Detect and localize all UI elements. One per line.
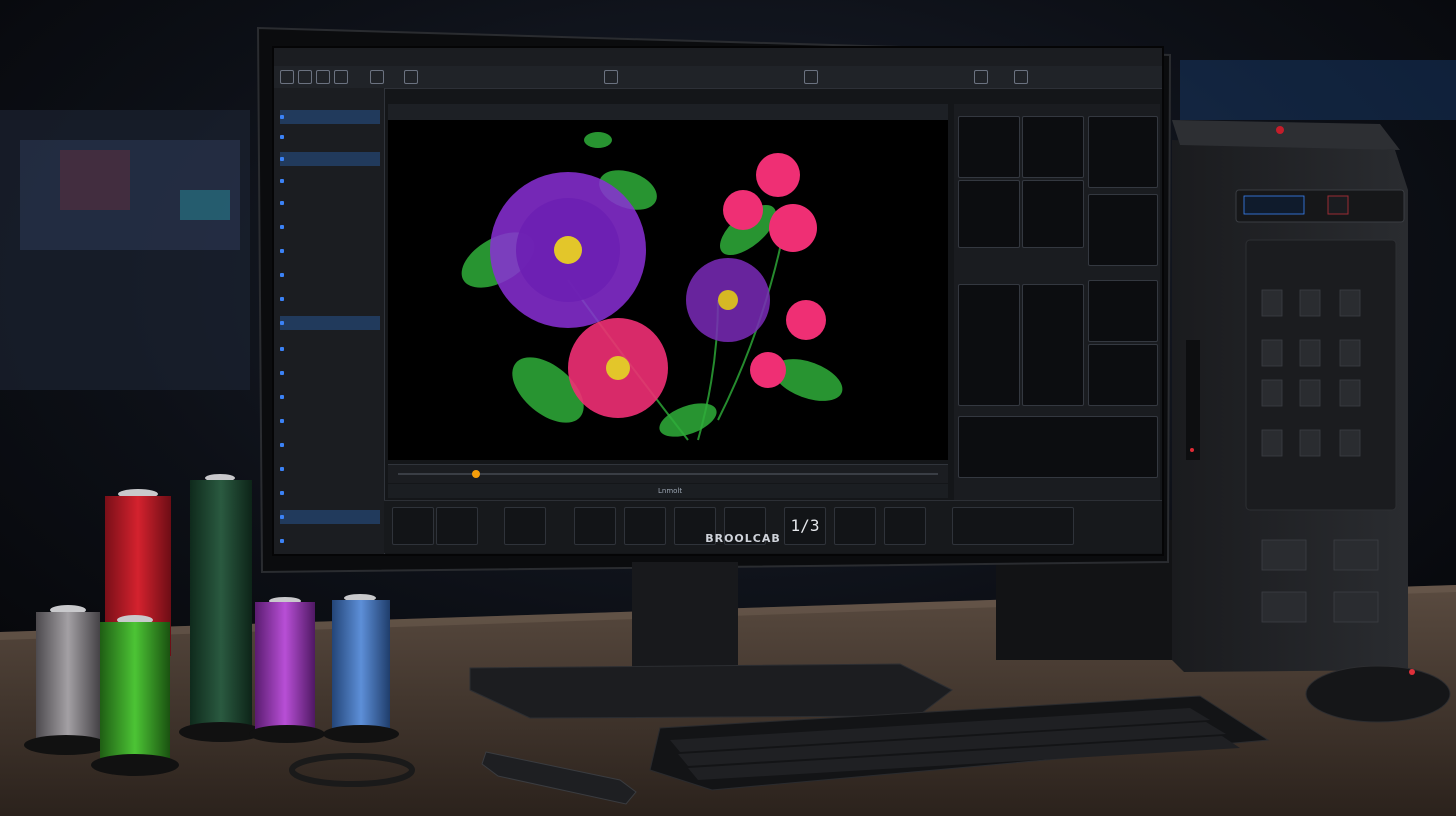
undo-icon[interactable] xyxy=(316,70,330,84)
thumbnail[interactable] xyxy=(958,416,1158,478)
tool-button[interactable] xyxy=(952,507,1074,545)
thumbnail[interactable] xyxy=(1088,194,1158,266)
design-canvas[interactable] xyxy=(388,120,948,460)
bottom-toolbar: 1/3 xyxy=(384,500,1162,553)
embroidery-design xyxy=(461,132,843,441)
sidebar-item[interactable] xyxy=(280,244,380,258)
bullet-icon xyxy=(280,201,284,205)
bullet-icon xyxy=(280,515,284,519)
status-bar: Lnmolt xyxy=(388,484,948,498)
bullet-icon xyxy=(280,273,284,277)
bullet-icon xyxy=(280,347,284,351)
tool-button[interactable] xyxy=(436,507,478,545)
save-icon[interactable] xyxy=(298,70,312,84)
flower-pink-large xyxy=(568,318,668,418)
zoom-icon[interactable] xyxy=(370,70,384,84)
tool-button[interactable] xyxy=(624,507,666,545)
bullet-icon xyxy=(280,419,284,423)
flower-purple-small xyxy=(686,258,770,342)
bg-screen-left-red xyxy=(60,150,130,210)
timeline-label: Lnmolt xyxy=(658,487,683,495)
thumbnail[interactable] xyxy=(958,116,1020,178)
sidebar-item[interactable] xyxy=(280,268,380,282)
layers-icon[interactable] xyxy=(1014,70,1028,84)
open-icon[interactable] xyxy=(280,70,294,84)
tool-button[interactable] xyxy=(884,507,926,545)
timeline[interactable] xyxy=(388,464,948,483)
sidebar-item[interactable] xyxy=(280,292,380,306)
bg-screen-left-teal xyxy=(180,190,230,220)
sidebar-item[interactable] xyxy=(280,152,380,166)
monitor-brand: BROOLCAB xyxy=(705,532,781,545)
bullet-icon xyxy=(280,539,284,543)
thumbnail[interactable] xyxy=(1088,280,1158,342)
bullet-icon xyxy=(280,491,284,495)
thumbnail[interactable] xyxy=(1022,116,1084,178)
bullet-icon xyxy=(280,371,284,375)
bullet-icon xyxy=(280,467,284,471)
sidebar-item[interactable] xyxy=(280,462,380,476)
readout-button[interactable]: 1/3 xyxy=(784,507,826,545)
sidebar-item[interactable] xyxy=(280,486,380,500)
sidebar-item[interactable] xyxy=(280,110,380,124)
redo-icon[interactable] xyxy=(334,70,348,84)
thumbnail[interactable] xyxy=(1088,116,1158,188)
sidebar-item[interactable] xyxy=(280,510,380,524)
sidebar-item[interactable] xyxy=(280,220,380,234)
sidebar-item[interactable] xyxy=(280,366,380,380)
bullet-icon xyxy=(280,249,284,253)
mouse-icon xyxy=(1305,665,1451,723)
sidebar-item[interactable] xyxy=(280,130,380,144)
thumbnail[interactable] xyxy=(1022,284,1084,406)
tool-button[interactable] xyxy=(392,507,434,545)
tool-button[interactable] xyxy=(834,507,876,545)
bullet-icon xyxy=(280,395,284,399)
sidebar-item[interactable] xyxy=(280,342,380,356)
sidebar-item[interactable] xyxy=(280,174,380,188)
bullet-icon xyxy=(280,115,284,119)
select-icon[interactable] xyxy=(404,70,418,84)
sidebar-item[interactable] xyxy=(280,438,380,452)
play-icon[interactable] xyxy=(804,70,818,84)
settings-icon[interactable] xyxy=(974,70,988,84)
timeline-handle[interactable] xyxy=(472,470,480,478)
readout-text: 1/3 xyxy=(790,516,820,535)
thumbnail[interactable] xyxy=(958,180,1020,248)
sidebar-item[interactable] xyxy=(280,196,380,210)
sidebar-item[interactable] xyxy=(280,414,380,428)
right-panel xyxy=(954,104,1160,514)
bullet-icon xyxy=(280,157,284,161)
tool-button[interactable] xyxy=(504,507,546,545)
flower-purple-large xyxy=(490,172,646,328)
sidebar-item[interactable] xyxy=(280,316,380,330)
bullet-icon xyxy=(280,225,284,229)
bullet-icon xyxy=(280,179,284,183)
canvas-header xyxy=(388,104,948,120)
bullet-icon xyxy=(280,443,284,447)
bullet-icon xyxy=(280,321,284,325)
monitor-screen: Lnmolt 1/3 xyxy=(272,46,1164,556)
bullet-icon xyxy=(280,297,284,301)
thumbnail[interactable] xyxy=(958,284,1020,406)
sidebar-item[interactable] xyxy=(280,534,380,548)
bullet-icon xyxy=(280,135,284,139)
sidebar xyxy=(274,88,385,554)
sidebar-item[interactable] xyxy=(280,390,380,404)
stitch-icon[interactable] xyxy=(604,70,618,84)
thumbnail[interactable] xyxy=(1022,180,1084,248)
bg-screen-right xyxy=(1180,60,1456,120)
toolbar xyxy=(274,66,1162,89)
title-bar xyxy=(274,48,1162,67)
thumbnail[interactable] xyxy=(1088,344,1158,406)
tool-button[interactable] xyxy=(574,507,616,545)
